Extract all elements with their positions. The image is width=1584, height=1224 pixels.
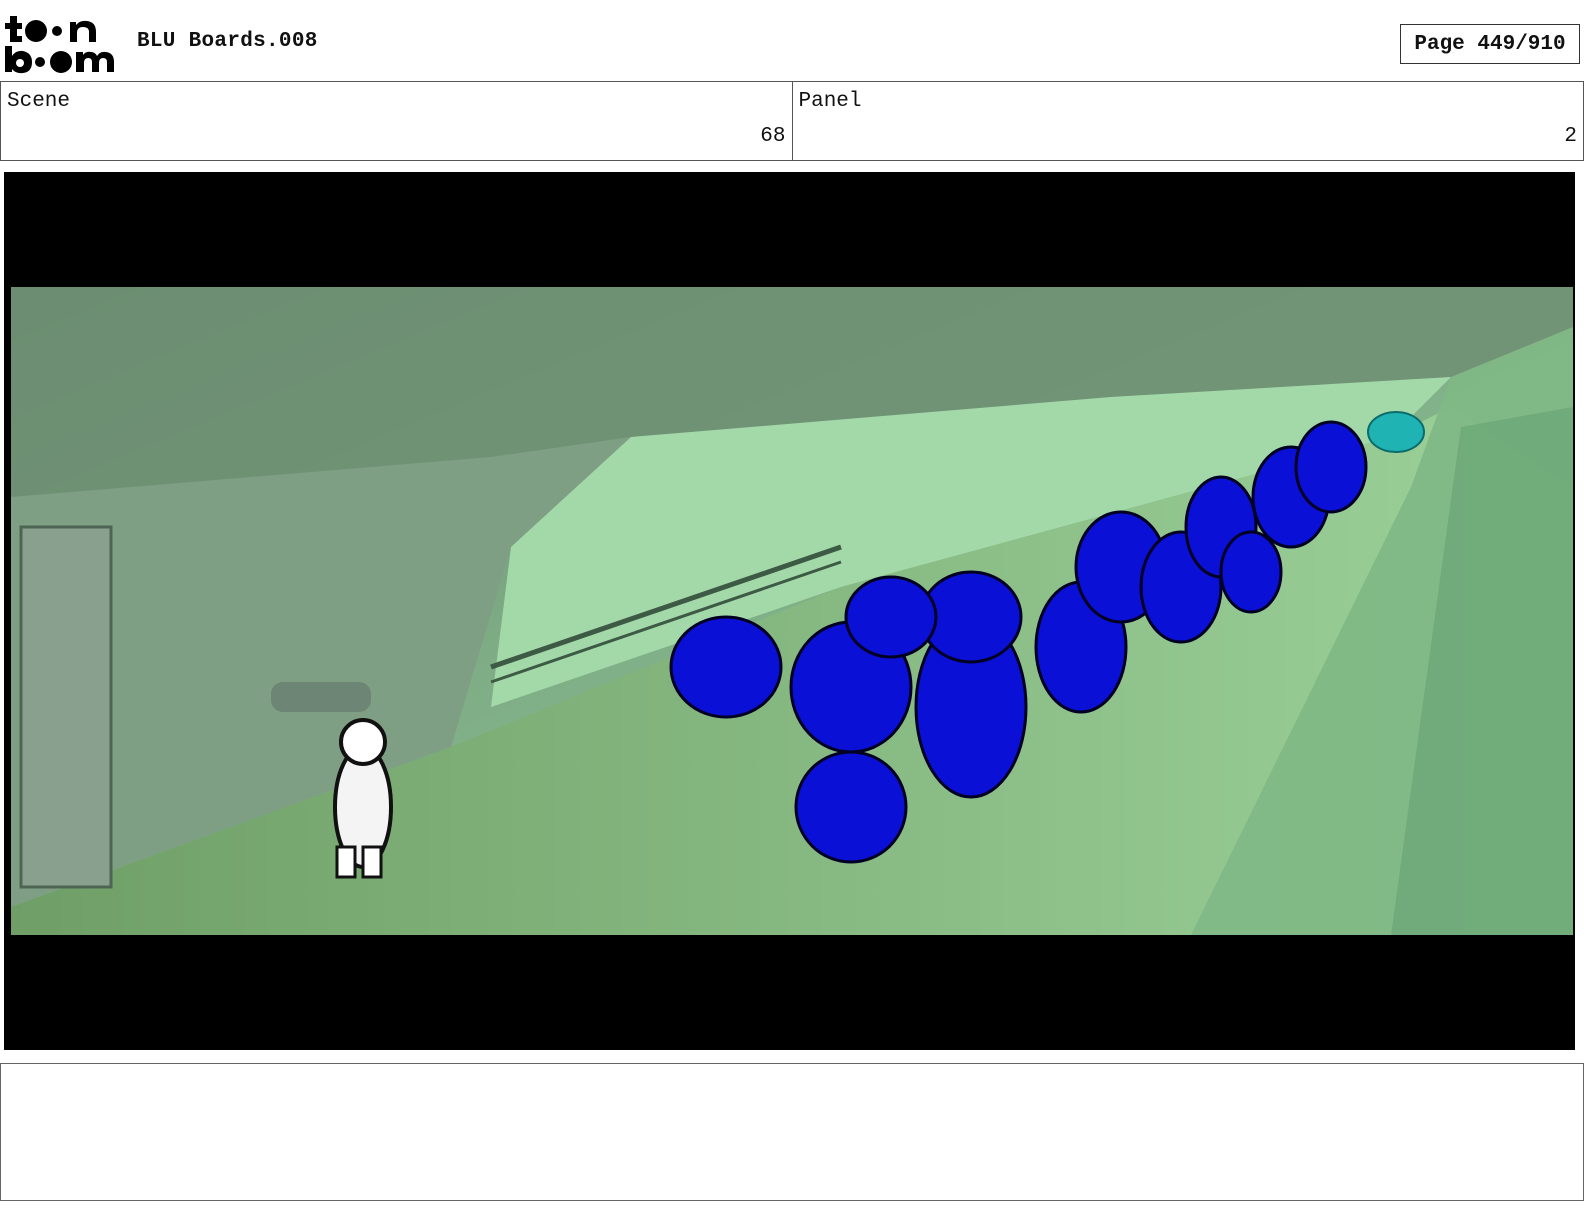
panel-label: Panel [798,90,862,113]
panel-cell: Panel 2 [791,82,1584,160]
page-counter: Page 449/910 [1400,24,1580,64]
storyboard-panel-image [11,287,1573,935]
page-label: Page 449/910 [1414,32,1566,56]
panel-number: 2 [1564,125,1577,148]
panel-notes-box [0,1063,1584,1201]
scene-panel-info: Scene 68 Panel 2 [0,81,1584,161]
scene-label: Scene [7,90,71,113]
scene-number: 68 [760,125,786,148]
cyan-figure [1367,411,1425,453]
white-character [333,718,393,879]
toon-boom-logo [4,12,116,76]
scene-cell: Scene 68 [0,82,792,160]
document-title: BLU Boards.008 [137,30,318,53]
